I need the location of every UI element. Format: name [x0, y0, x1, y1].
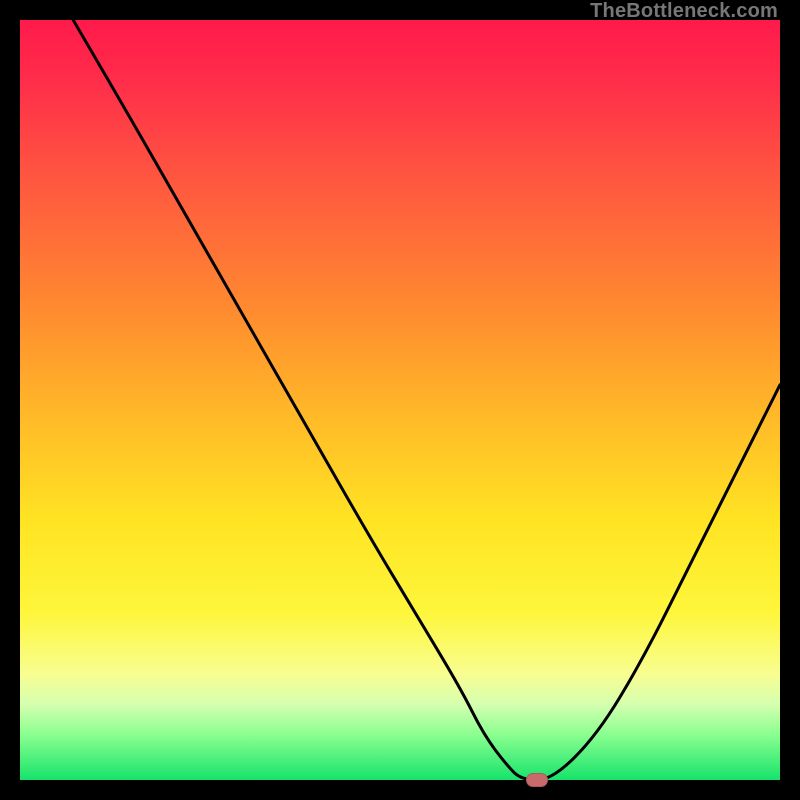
bottleneck-curve	[20, 20, 780, 780]
chart-frame: TheBottleneck.com	[0, 0, 800, 800]
optimal-marker	[526, 773, 548, 787]
attribution-text: TheBottleneck.com	[590, 0, 778, 23]
